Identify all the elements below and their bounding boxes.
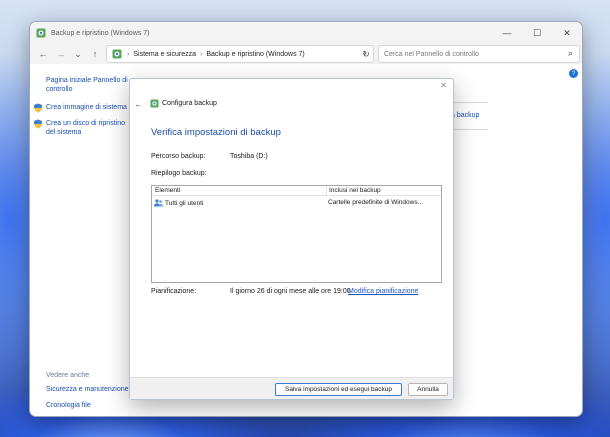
control-panel-icon [36, 28, 46, 38]
breadcrumb-separator: › [127, 50, 130, 58]
dialog-header: Configura backup [150, 99, 217, 108]
backup-path-label: Percorso backup: [151, 153, 206, 160]
shield-icon [34, 103, 42, 113]
configure-backup-dialog: ✕ ← Configura backup Verifica impostazio… [129, 78, 454, 400]
window-title: Backup e ripristino (Windows 7) [51, 29, 150, 37]
sidebar-home-link[interactable]: Pagina iniziale Pannello di controllo [46, 76, 136, 94]
backup-icon [150, 99, 159, 108]
title-bar[interactable]: Backup e ripristino (Windows 7) — ☐ ✕ [30, 22, 582, 44]
recent-locations-chevron-icon[interactable]: ⌄ [71, 47, 85, 61]
users-icon [154, 199, 163, 207]
dialog-close-icon[interactable]: ✕ [440, 81, 447, 90]
change-schedule-link[interactable]: Modifica pianificazione [348, 288, 418, 295]
item-label: Tutti gli utenti [165, 199, 204, 207]
breadcrumb-sistema-e-sicurezza[interactable]: Sistema e sicurezza [133, 51, 196, 58]
maximize-button[interactable]: ☐ [522, 22, 552, 44]
save-and-run-backup-button[interactable]: Salva impostazioni ed esegui backup [275, 383, 402, 396]
sidebar-item-label: Crea un disco di ripristino del sistema [46, 120, 125, 136]
refresh-icon[interactable]: ↻ [359, 47, 373, 61]
backup-path-value: Toshiba (D:) [230, 153, 268, 160]
breadcrumb-separator: › [199, 50, 203, 58]
schedule-value: Il giorno 26 di ogni mese alle ore 19:00 [230, 288, 351, 295]
close-button[interactable]: ✕ [552, 22, 582, 44]
up-arrow-icon[interactable]: ↑ [88, 47, 102, 61]
dialog-footer: Salva impostazioni ed esegui backup Annu… [130, 377, 453, 399]
search-placeholder: Cerca nel Pannello di controllo [384, 50, 479, 58]
main-backup-link[interactable]: a backup [451, 112, 479, 119]
sidebar-item-crea-disco-ripristino[interactable]: Crea un disco di ripristino del sistema [33, 119, 136, 137]
backup-summary-table: Elementi Inclusi nel backup Tutti gli ut… [151, 185, 442, 283]
window-controls: — ☐ ✕ [492, 22, 582, 44]
breadcrumb-backup-e-ripristino[interactable]: Backup e ripristino (Windows 7) [206, 51, 304, 58]
table-row[interactable]: Tutti gli utenti Cartelle predefinite di… [152, 198, 441, 208]
search-icon[interactable]: ⌕ [568, 48, 573, 59]
dialog-title: Configura backup [162, 100, 217, 107]
minimize-button[interactable]: — [492, 22, 522, 44]
sidebar: Pagina iniziale Pannello di controllo Cr… [34, 76, 136, 143]
table-cell-item: Tutti gli utenti [154, 199, 203, 207]
sidebar-item-label: Crea immagine di sistema [46, 104, 127, 111]
cancel-button[interactable]: Annulla [408, 383, 448, 396]
divider [450, 129, 488, 130]
control-panel-icon [112, 49, 122, 59]
navigation-bar: ← → ⌄ ↑ › Sistema e sicurezza › Backup e… [30, 44, 582, 64]
address-bar[interactable]: › Sistema e sicurezza › Backup e riprist… [106, 45, 374, 63]
back-arrow-icon[interactable]: ← [36, 47, 50, 61]
table-cell-included: Cartelle predefinite di Windows... [328, 199, 424, 206]
dialog-heading: Verifica impostazioni di backup [151, 127, 281, 138]
sidebar-item-crea-immagine[interactable]: Crea immagine di sistema [33, 103, 136, 113]
column-header-elementi[interactable]: Elementi [155, 187, 180, 194]
column-header-inclusi[interactable]: Inclusi nel backup [329, 187, 381, 194]
shield-icon [34, 119, 42, 129]
divider [450, 102, 488, 103]
backup-summary-label: Riepilogo backup: [151, 170, 207, 177]
table-header: Elementi Inclusi nel backup [152, 186, 441, 196]
schedule-label: Pianificazione: [151, 288, 197, 295]
search-input[interactable]: Cerca nel Pannello di controllo ⌕ [378, 45, 580, 63]
forward-arrow-icon[interactable]: → [54, 47, 68, 61]
see-also-link-cronologia[interactable]: Cronologia file [46, 401, 146, 410]
column-separator[interactable] [326, 186, 327, 196]
dialog-back-arrow-icon[interactable]: ← [134, 99, 143, 109]
help-icon[interactable]: ? [569, 69, 578, 78]
